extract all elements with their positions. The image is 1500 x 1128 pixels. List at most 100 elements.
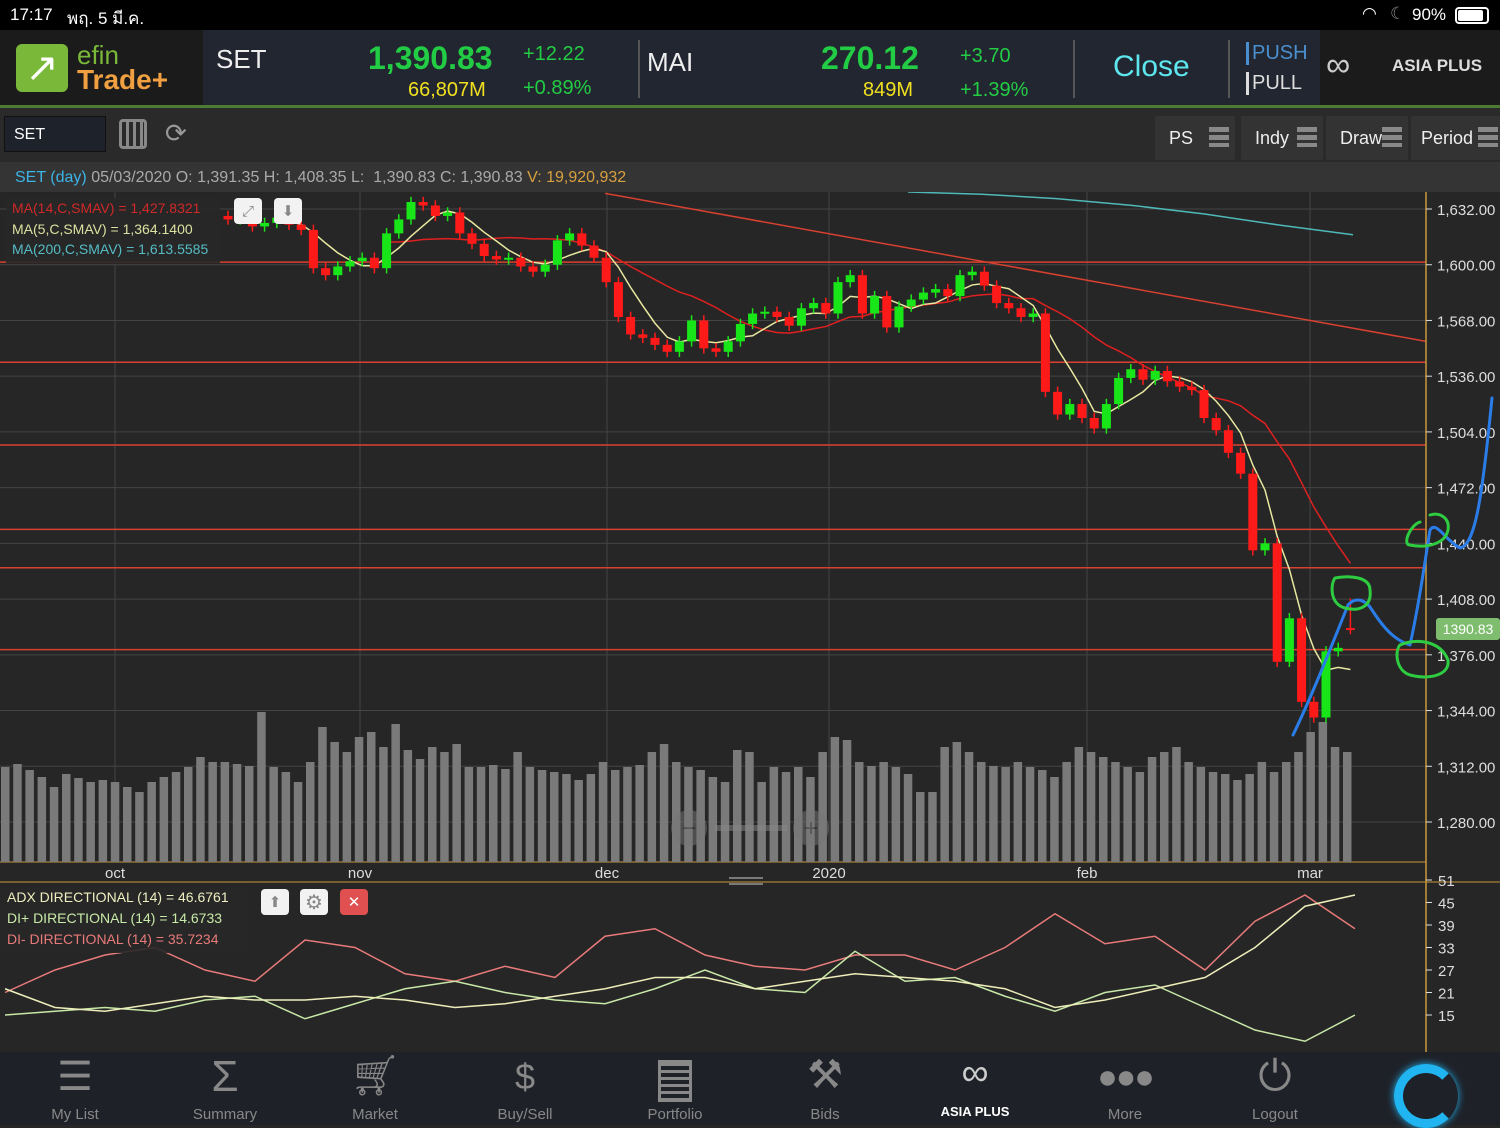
panel-resize-handle xyxy=(729,877,763,879)
last-price-label: 1390.83 xyxy=(1443,621,1494,637)
price-tick-label: 1,344.00 xyxy=(1437,704,1495,721)
nav-market[interactable]: 🛒︎ Market xyxy=(300,1052,450,1125)
refresh-icon[interactable]: ⟳ xyxy=(165,118,187,149)
candle-down xyxy=(711,348,721,352)
candle-down xyxy=(626,316,636,335)
candle-down xyxy=(601,257,611,283)
volume-bar xyxy=(110,782,120,862)
candle-up xyxy=(565,233,575,241)
candle-up xyxy=(748,313,758,324)
draw-button[interactable]: Draw xyxy=(1326,116,1408,160)
list-icon: ☰ xyxy=(57,1055,93,1099)
volume-bar xyxy=(1184,762,1193,862)
volume-bar xyxy=(342,752,352,862)
volume-bar xyxy=(611,770,620,862)
nav-portfolio[interactable]: Portfolio xyxy=(600,1052,750,1125)
candle-down xyxy=(1053,391,1063,415)
volume-bar xyxy=(916,792,925,862)
month-label: oct xyxy=(105,865,126,882)
mai-value: 270.12 xyxy=(821,40,919,76)
indy-button[interactable]: Indy xyxy=(1241,116,1323,160)
candle-down xyxy=(882,296,892,328)
candle-up xyxy=(1028,313,1038,317)
volume-bar xyxy=(781,772,791,862)
mai-volume: 849M xyxy=(863,79,914,101)
menu-icon xyxy=(1382,127,1402,147)
volume-bar xyxy=(903,774,913,862)
volume-bar xyxy=(74,778,83,862)
volume-bar xyxy=(354,737,364,862)
nav-bids[interactable]: ⚒ Bids xyxy=(750,1052,900,1125)
candle-up xyxy=(443,212,453,216)
price-tick-label: 1,472.00 xyxy=(1437,481,1495,498)
volume-bar xyxy=(928,792,937,862)
calendar-icon[interactable] xyxy=(119,119,147,149)
broker-name: ASIA PLUS xyxy=(1392,56,1483,75)
nav-summary[interactable]: Σ Summary xyxy=(150,1052,300,1125)
volume-bar xyxy=(232,764,242,862)
volume-bar xyxy=(855,762,864,862)
push-toggle[interactable]: PUSH xyxy=(1246,42,1308,65)
nav-buy-sell[interactable]: $ Buy/Sell xyxy=(450,1052,600,1125)
candle-up xyxy=(894,306,904,328)
nav-more[interactable]: ●●● More xyxy=(1050,1052,1200,1125)
mai-name: MAI xyxy=(647,47,694,77)
volume-bar xyxy=(123,787,132,862)
candle-down xyxy=(1040,313,1050,392)
move-up-icon[interactable]: ⬆ xyxy=(261,889,289,915)
volume-bar xyxy=(1001,767,1010,862)
status-bar: 17:17 พฤ. 5 มี.ค. ◠ ☾ 90% xyxy=(0,0,1500,30)
nav-my-list[interactable]: ☰ My List xyxy=(0,1052,150,1125)
candle-up xyxy=(687,320,697,342)
menu-icon xyxy=(1478,127,1498,147)
assistant-button[interactable] xyxy=(1394,1064,1458,1128)
expand-icon[interactable]: ⤢ xyxy=(234,198,262,224)
volume-bar xyxy=(281,772,291,862)
candle-up xyxy=(540,264,550,272)
volume-bar xyxy=(550,772,559,862)
open-label: O: xyxy=(175,169,193,186)
nav-label: Market xyxy=(352,1106,398,1123)
menu-icon xyxy=(1297,127,1317,147)
candle-down xyxy=(223,215,233,220)
symbol-input[interactable]: SET xyxy=(4,116,106,152)
volume-bar xyxy=(403,750,413,862)
volume-bar xyxy=(1172,747,1181,862)
volume-bar xyxy=(562,774,571,862)
settings-gear-icon[interactable]: ⚙ xyxy=(300,889,328,915)
move-down-icon[interactable]: ⬇ xyxy=(274,198,302,224)
ma200-line xyxy=(907,192,1354,236)
volume-bar xyxy=(1,767,10,862)
volume-bar xyxy=(830,737,840,862)
candle-up xyxy=(723,341,733,352)
adx-tick-label: 51 xyxy=(1438,873,1455,890)
volume-bar xyxy=(1111,762,1120,862)
candle-down xyxy=(321,268,331,276)
volume-bar xyxy=(428,747,437,862)
candle-down xyxy=(1345,628,1355,631)
candle-down xyxy=(662,344,672,352)
nav-logout[interactable]: ⏻ Logout xyxy=(1200,1052,1350,1125)
ps-label: PS xyxy=(1169,127,1194,148)
close-indicator-icon[interactable]: ✕ xyxy=(340,889,368,915)
volume-bar xyxy=(501,769,510,862)
nav-asia-plus[interactable]: ∞ ASIA PLUS xyxy=(900,1052,1050,1125)
ps-button[interactable]: PS xyxy=(1155,116,1235,160)
volume-bar xyxy=(879,762,888,862)
period-button[interactable]: Period xyxy=(1411,116,1500,160)
divider xyxy=(1073,40,1075,98)
candle-up xyxy=(906,299,916,307)
nav-label: Logout xyxy=(1252,1106,1298,1123)
pull-toggle[interactable]: PULL xyxy=(1246,72,1302,95)
volume-bar xyxy=(415,759,425,862)
set-name: SET xyxy=(216,44,267,74)
adx-label: ADX DIRECTIONAL (14) = 46.6761 xyxy=(7,889,229,905)
candle-down xyxy=(1236,452,1246,474)
candle-down xyxy=(1175,381,1185,387)
candle-up xyxy=(1065,404,1075,415)
period-label: Period xyxy=(1421,127,1474,148)
info-open: 1,391.35 xyxy=(197,169,260,186)
candle-down xyxy=(943,289,953,297)
moon-icon: ☾ xyxy=(1390,4,1406,23)
portfolio-icon xyxy=(658,1060,692,1102)
